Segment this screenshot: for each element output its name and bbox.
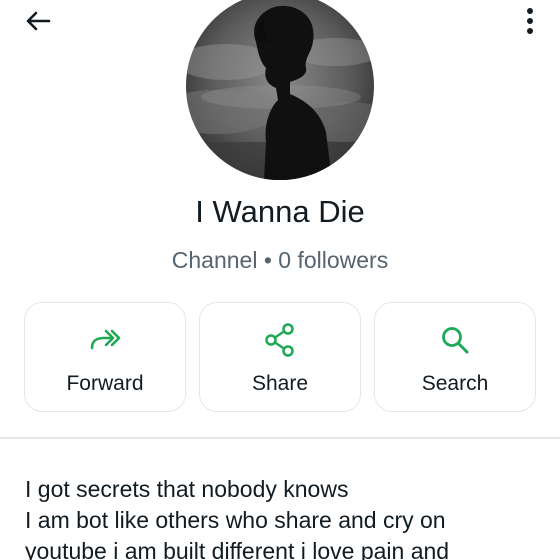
avatar-image <box>186 0 374 180</box>
search-label: Search <box>421 372 489 395</box>
forward-button[interactable]: Forward <box>24 302 186 412</box>
channel-avatar[interactable] <box>186 0 374 180</box>
back-button[interactable] <box>18 4 58 38</box>
forward-label: Forward <box>66 372 144 395</box>
more-options-button[interactable] <box>518 4 542 38</box>
description-line: youtube i am built different i love pain… <box>25 538 450 560</box>
channel-subtitle: Channel • 0 followers <box>171 247 389 273</box>
channel-name: I Wanna Die <box>195 194 365 229</box>
more-vertical-icon <box>527 8 533 34</box>
section-divider <box>0 437 560 439</box>
search-icon <box>440 322 470 358</box>
share-button[interactable]: Share <box>199 302 361 412</box>
description-line: I got secrets that nobody knows <box>25 476 349 502</box>
arrow-left-icon <box>26 11 51 31</box>
share-label: Share <box>251 372 309 395</box>
search-button[interactable]: Search <box>374 302 536 412</box>
channel-description: I got secrets that nobody knows I am bot… <box>25 474 545 560</box>
action-buttons: Forward Share Search <box>24 302 536 412</box>
description-line: I am bot like others who share and cry o… <box>25 507 446 533</box>
forward-icon <box>88 322 122 358</box>
share-icon <box>264 322 296 358</box>
